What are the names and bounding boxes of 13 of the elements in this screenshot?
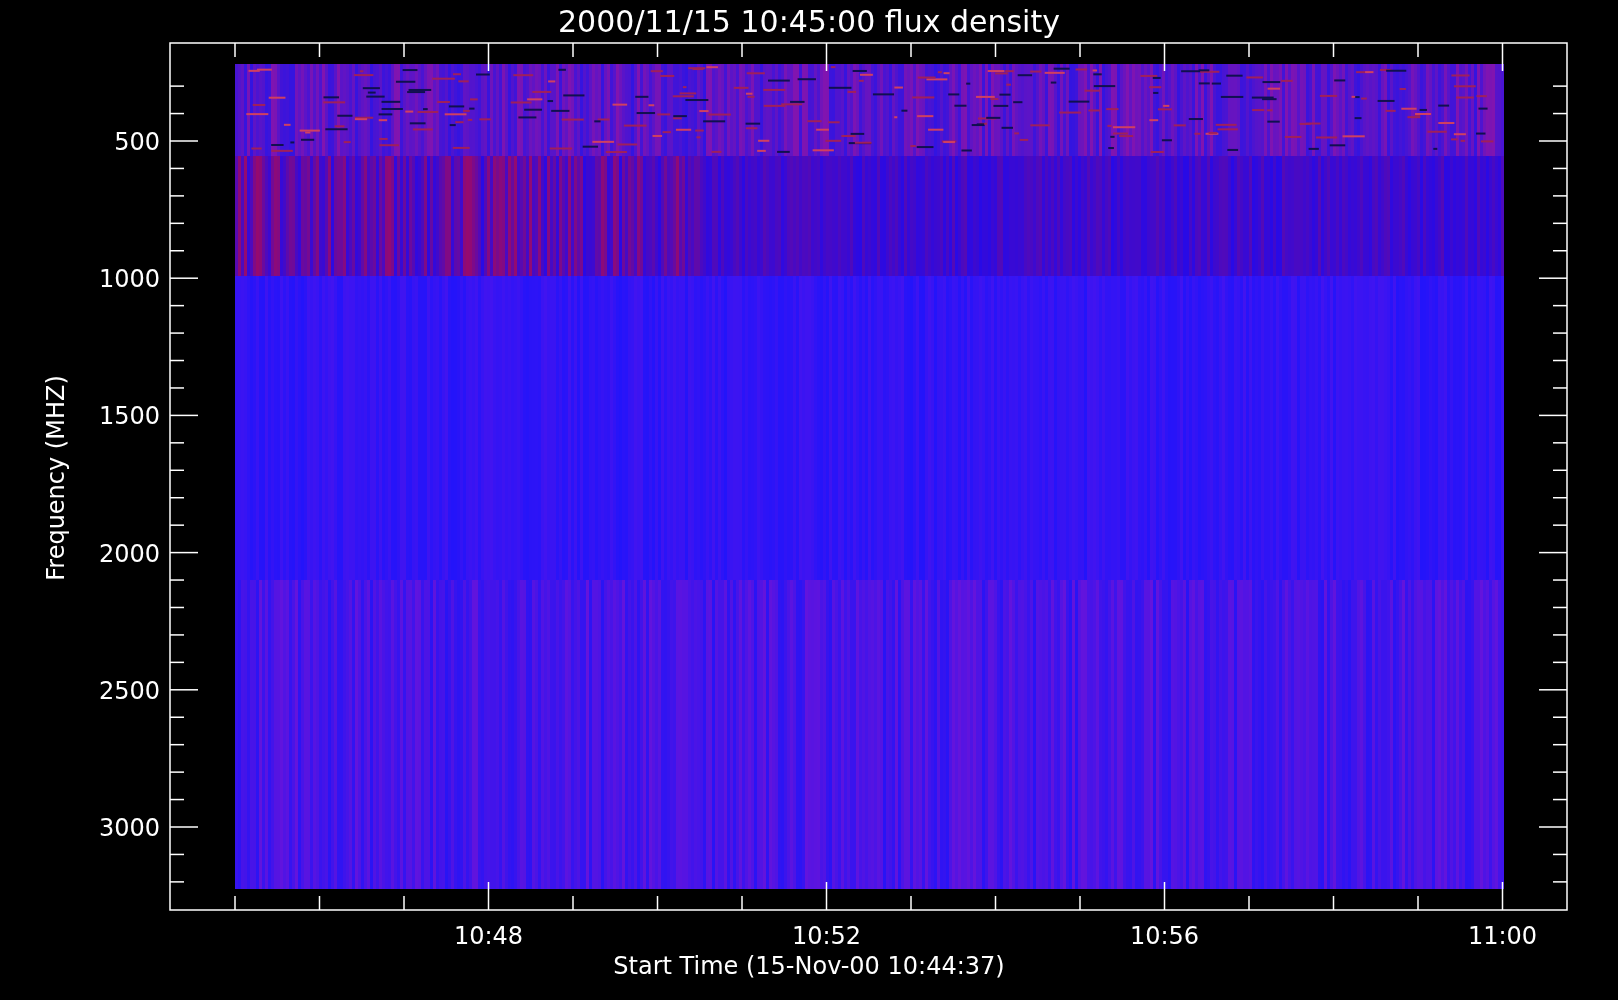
y-tick-label: 2500 — [98, 676, 160, 705]
x-axis-label: Start Time (15-Nov-00 10:44:37) — [613, 952, 1005, 980]
y-tick-label: 2000 — [98, 539, 160, 568]
y-tick-label: 3000 — [98, 814, 160, 842]
y-axis-label: Frequency (MHZ) — [42, 375, 70, 581]
x-tick-label: 10:56 — [1129, 922, 1200, 950]
x-tick-label: 10:52 — [791, 922, 862, 950]
plot-title: 2000/11/15 10:45:00 flux density — [558, 4, 1060, 39]
x-tick-label: 10:48 — [453, 922, 524, 950]
y-tick-label: 500 — [114, 128, 160, 156]
x-tick-label: 11:00 — [1467, 922, 1538, 950]
y-tick-label: 1000 — [98, 265, 160, 294]
y-tick-label: 1500 — [98, 402, 160, 431]
